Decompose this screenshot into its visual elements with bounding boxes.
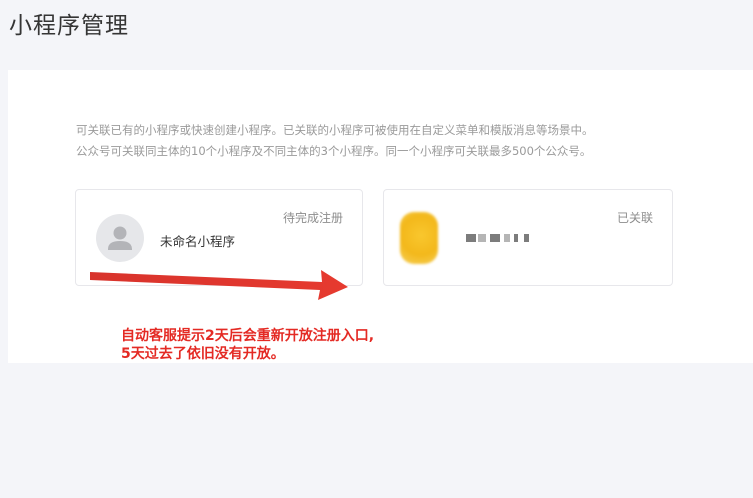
annotation-line-1: 自动客服提示2天后会重新开放注册入口,: [121, 328, 375, 344]
annotation-arrow-icon: [90, 270, 348, 300]
annotation-text: 自动客服提示2天后会重新开放注册入口, 5天过去了依旧没有开放。: [121, 327, 374, 363]
annotation-line-2: 5天过去了依旧没有开放。: [121, 346, 285, 362]
